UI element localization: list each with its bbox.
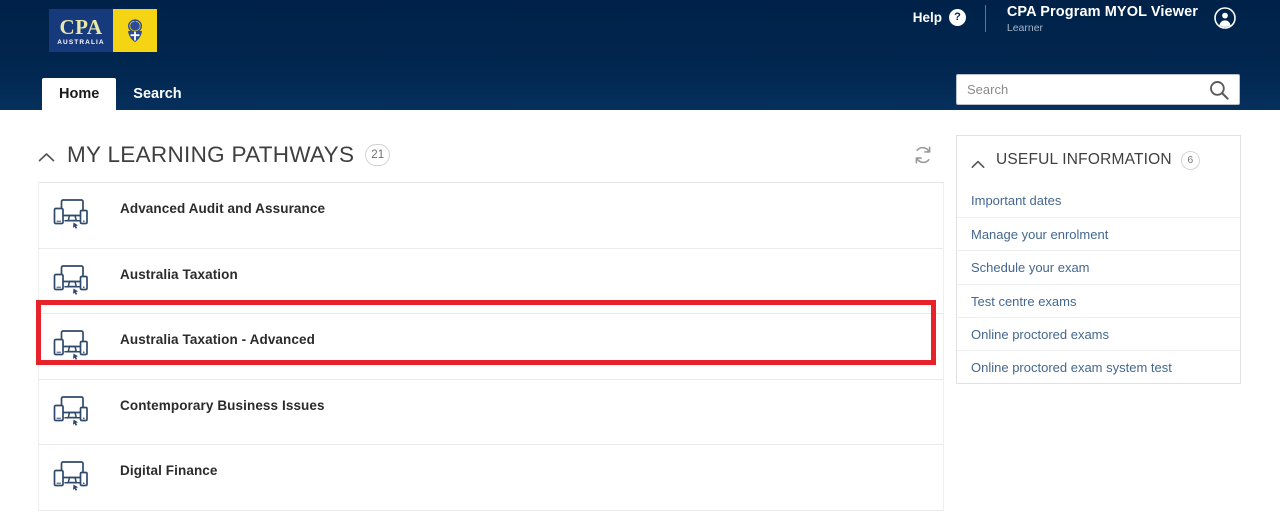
tab-home[interactable]: Home: [42, 78, 117, 110]
logo-cpa-text: CPA: [59, 14, 103, 39]
useful-information-header: USEFUL INFORMATION 6: [957, 136, 1240, 184]
app-title: CPA Program MYOL Viewer: [1006, 4, 1198, 20]
help-question-icon: ?: [949, 9, 966, 26]
refresh-icon[interactable]: [912, 144, 934, 166]
page-body: MY LEARNING PATHWAYS 21 Advanced Audit a…: [0, 110, 1280, 519]
page-title: MY LEARNING PATHWAYS: [67, 142, 355, 167]
useful-information-count-badge: 6: [1180, 150, 1200, 170]
table-row[interactable]: Australia Taxation: [39, 248, 943, 314]
chevron-up-icon[interactable]: [971, 156, 985, 168]
logo-australia-text: AUSTRALIA: [57, 38, 105, 46]
user-avatar-icon[interactable]: [1214, 7, 1236, 29]
pathway-label: Contemporary Business Issues: [120, 397, 325, 413]
table-row[interactable]: Australia Taxation - Advanced: [39, 314, 943, 380]
table-row[interactable]: Advanced Audit and Assurance: [39, 183, 943, 249]
useful-information-title: USEFUL INFORMATION: [996, 151, 1172, 168]
header-divider: [985, 5, 986, 32]
multi-device-icon: [53, 329, 91, 363]
pathway-list: Advanced Audit and Assurance Australia T…: [38, 182, 944, 511]
table-row[interactable]: Digital Finance: [39, 445, 943, 511]
pathway-label: Digital Finance: [120, 463, 218, 478]
pathway-label: Advanced Audit and Assurance: [120, 201, 326, 216]
logo-wordmark: CPA AUSTRALIA: [49, 9, 113, 52]
cpa-crest-icon: [113, 9, 157, 52]
pathway-label: Australia Taxation - Advanced: [120, 332, 315, 347]
header-search: [956, 74, 1240, 105]
list-item[interactable]: Test centre exams: [957, 283, 1240, 317]
search-icon[interactable]: [1199, 75, 1239, 104]
multi-device-icon: [53, 395, 91, 429]
site-header: CPA AUSTRALIA Help ? CPA Program MYOL Vi…: [0, 0, 1280, 110]
my-learning-pathways-panel: MY LEARNING PATHWAYS 21 Advanced Audit a…: [38, 135, 944, 511]
list-item[interactable]: Online proctored exam system test: [957, 349, 1240, 383]
multi-device-icon: [53, 264, 91, 298]
app-role-label: Learner: [1006, 22, 1044, 34]
search-input[interactable]: [957, 75, 1199, 104]
list-item[interactable]: Schedule your exam: [957, 250, 1240, 283]
my-learning-pathways-header: MY LEARNING PATHWAYS 21: [38, 135, 944, 175]
help-link[interactable]: Help ?: [913, 9, 966, 26]
useful-information-panel: USEFUL INFORMATION 6 Important dates Man…: [956, 135, 1241, 385]
main-nav-tabs: Home Search: [42, 78, 199, 110]
multi-device-icon: [53, 460, 91, 494]
cpa-australia-logo[interactable]: CPA AUSTRALIA: [49, 9, 157, 52]
chevron-up-icon[interactable]: [38, 150, 55, 161]
tab-search[interactable]: Search: [116, 78, 198, 110]
help-label: Help: [912, 10, 942, 25]
multi-device-icon: [53, 198, 91, 232]
list-item[interactable]: Online proctored exams: [957, 316, 1240, 350]
table-row[interactable]: Contemporary Business Issues: [39, 379, 943, 445]
app-identity: CPA Program MYOL Viewer Learner: [1007, 3, 1198, 35]
pathway-label: Australia Taxation: [120, 266, 238, 282]
list-item[interactable]: Manage your enrolment: [957, 217, 1240, 250]
pathways-count-badge: 21: [365, 144, 391, 166]
list-item[interactable]: Important dates: [957, 184, 1240, 217]
